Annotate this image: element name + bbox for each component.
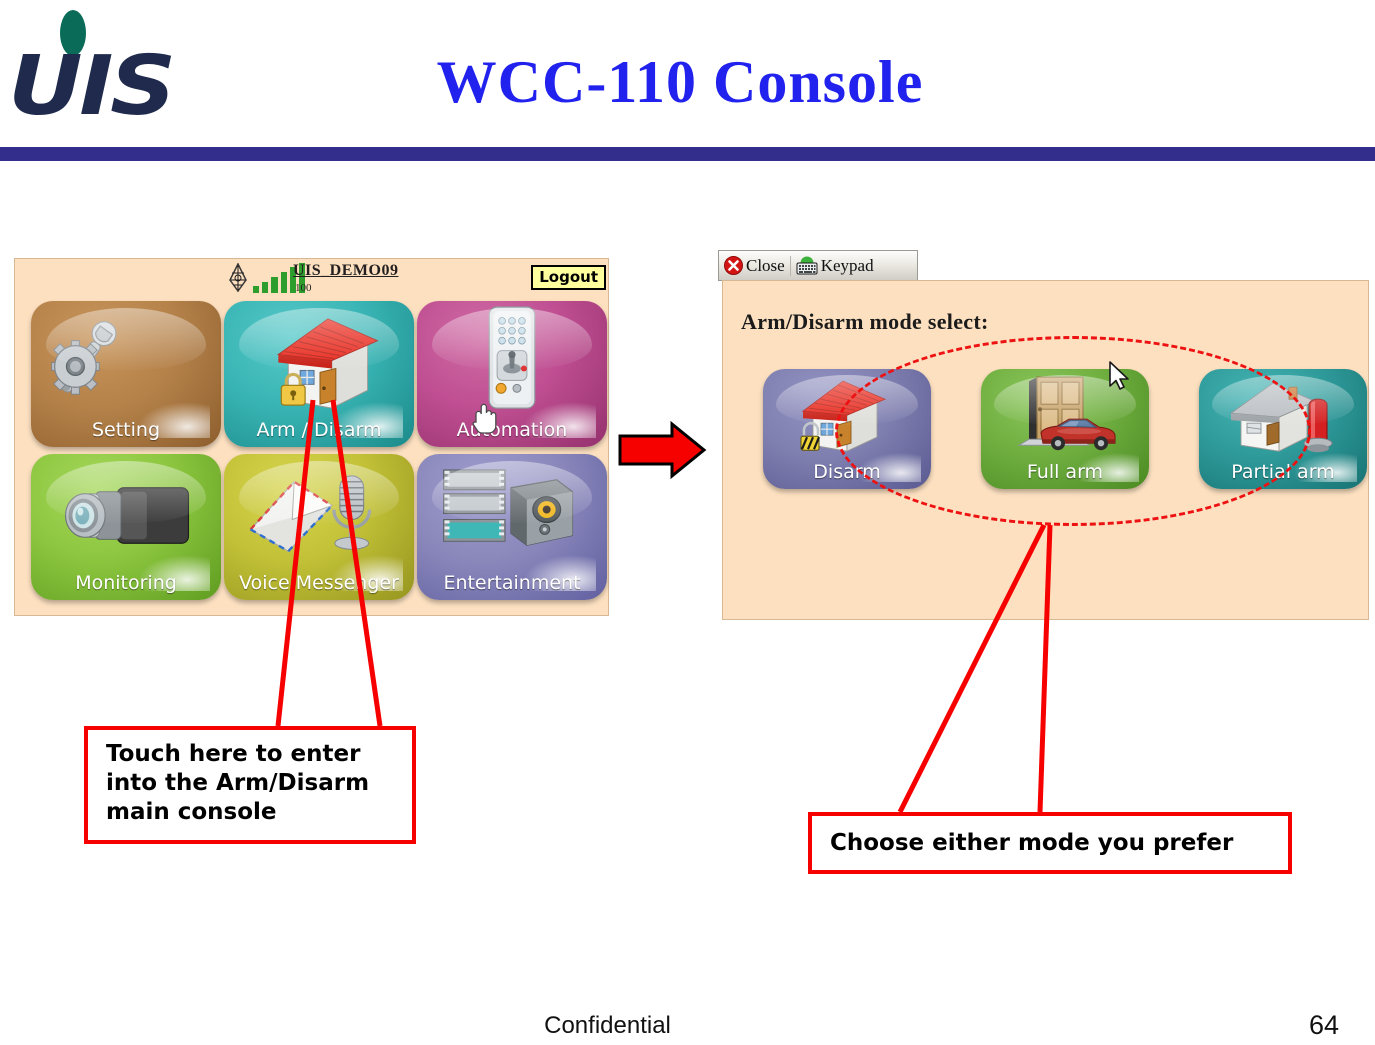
envelope-microphone-icon <box>249 475 372 553</box>
close-button[interactable]: Close <box>719 252 790 279</box>
house-padlock-icon <box>277 318 379 409</box>
tile-label: Automation <box>456 419 568 441</box>
mode-tile-grid: Disarm Full arm Partial arm <box>763 369 1367 489</box>
close-label: Close <box>746 255 785 275</box>
keypad-icon <box>796 256 818 275</box>
tile-label: Voice Messenger <box>239 572 399 594</box>
page-header: UIS WCC-110 Console <box>0 0 1375 162</box>
left-console-panel: UIS_DEMO09 100 Logout Setting Arm / Disa… <box>14 258 609 616</box>
header-divider <box>0 147 1375 161</box>
tile-full-arm[interactable]: Full arm <box>981 369 1149 489</box>
logout-button[interactable]: Logout <box>531 265 606 290</box>
house-siren-icon <box>1229 382 1333 453</box>
tile-setting[interactable]: Setting <box>31 301 221 447</box>
door-car-icon <box>1017 376 1116 451</box>
left-console-tile-grid: Setting Arm / Disarm Automation Monitori… <box>31 301 607 600</box>
antenna-icon <box>229 263 247 293</box>
tile-label: Monitoring <box>75 572 177 594</box>
logo-wordmark: UIS <box>8 39 176 134</box>
tile-monitoring[interactable]: Monitoring <box>31 454 221 600</box>
tile-automation[interactable]: Automation <box>417 301 607 447</box>
page-title: WCC-110 Console <box>436 49 924 115</box>
tile-arm-disarm[interactable]: Arm / Disarm <box>224 301 414 447</box>
callout-right: Choose either mode you prefer <box>808 812 1292 874</box>
tile-label: Entertainment <box>443 572 581 594</box>
film-projector-icon <box>443 469 574 546</box>
house-open-padlock-icon <box>800 380 887 452</box>
tile-label: Arm / Disarm <box>256 419 382 441</box>
callout-left-line-3: main console <box>106 798 277 825</box>
right-console-toolbar: Close Keypad <box>718 250 918 281</box>
tile-entertainment[interactable]: Entertainment <box>417 454 607 600</box>
tile-label: Setting <box>91 419 161 441</box>
mode-select-heading: Arm/Disarm mode select: <box>741 309 989 334</box>
keypad-label: Keypad <box>820 255 874 275</box>
tile-label: Partial arm <box>1231 461 1335 483</box>
right-arrow-icon <box>618 420 707 480</box>
footer-confidential: Confidential <box>544 1012 671 1039</box>
tile-label: Full arm <box>1026 461 1104 483</box>
device-id: 100 <box>295 282 312 294</box>
remote-control-icon <box>488 306 536 409</box>
tile-partial-arm[interactable]: Partial arm <box>1199 369 1367 489</box>
callout-left-line-1: Touch here to enter <box>106 741 361 767</box>
keypad-button[interactable]: Keypad <box>791 252 879 279</box>
video-camera-icon <box>64 487 190 544</box>
tile-disarm[interactable]: Disarm <box>763 369 931 489</box>
callout-left: Touch here to enter into the Arm/Disarm … <box>84 726 416 844</box>
wrench-gear-icon <box>51 321 117 395</box>
footer-page-number: 64 <box>1308 1010 1339 1040</box>
console-status-bar: UIS_DEMO09 100 Logout <box>15 261 610 297</box>
tile-voice-messenger[interactable]: Voice Messenger <box>224 454 414 600</box>
close-circle-icon <box>724 256 743 275</box>
uis-logo: UIS <box>8 8 176 134</box>
device-name: UIS_DEMO09 <box>293 262 399 279</box>
callout-left-line-2: into the Arm/Disarm <box>106 769 370 796</box>
tile-label: Disarm <box>813 461 881 483</box>
right-console-panel: Arm/Disarm mode select: Disarm Full arm … <box>722 280 1369 620</box>
